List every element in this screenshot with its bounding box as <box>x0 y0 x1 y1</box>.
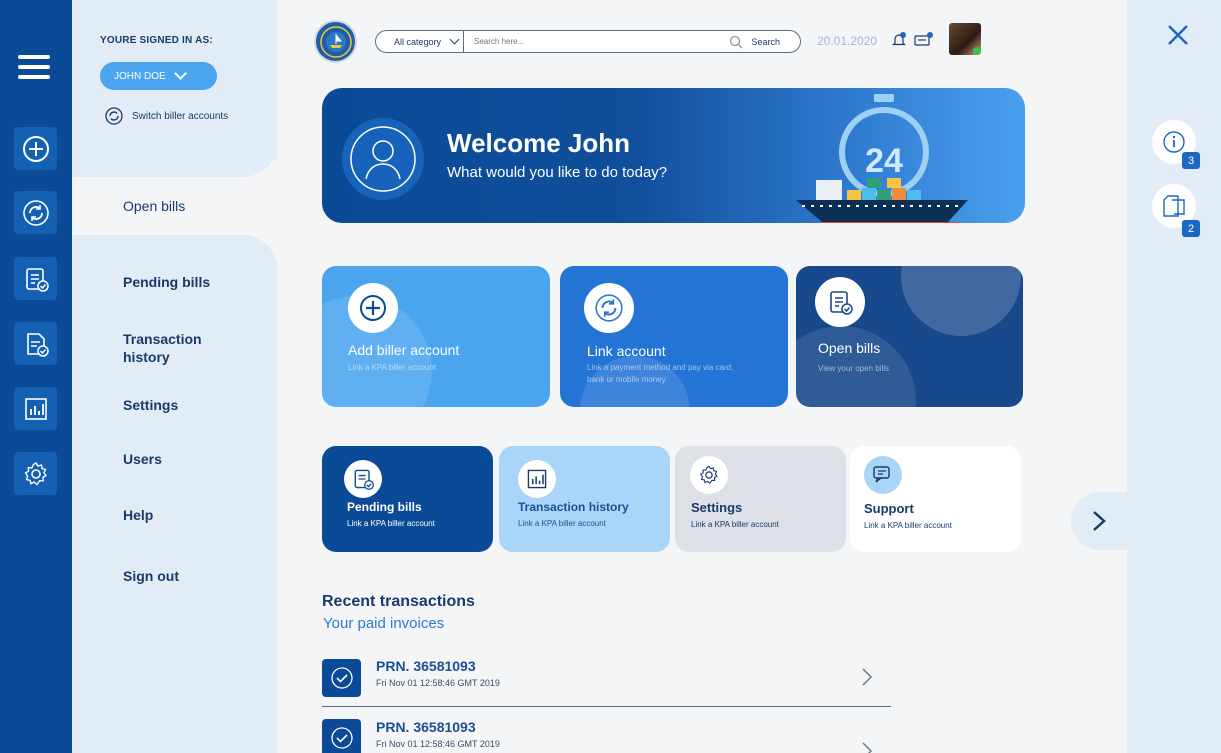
add-icon <box>348 283 398 333</box>
current-date: 20.01.2020 <box>817 34 878 48</box>
bell-icon[interactable] <box>891 32 907 53</box>
account-panel: YOURE SIGNED IN AS: JOHN DOE Switch bill… <box>72 0 277 177</box>
settings-card[interactable]: Settings Link a KPA biller account <box>675 446 846 552</box>
gear-icon[interactable] <box>14 452 57 495</box>
brand-logo[interactable] <box>314 20 357 63</box>
recent-transactions-title: Recent transactions <box>322 593 475 610</box>
welcome-banner: Welcome John What would you like to do t… <box>322 88 1025 223</box>
gear-icon <box>690 456 728 494</box>
transaction-history-card[interactable]: Transaction history Link a KPA biller ac… <box>499 446 670 552</box>
chevron-right-icon <box>1093 511 1106 531</box>
ship-illustration-icon: 24 <box>796 94 968 223</box>
menu-icon[interactable] <box>18 55 50 79</box>
clipboard-check-icon <box>344 460 382 498</box>
transaction-date: Fri Nov 01 12:58:46 GMT 2019 <box>376 739 500 749</box>
welcome-subtitle: What would you like to do today? <box>447 164 668 181</box>
pending-bills-card[interactable]: Pending bills Link a KPA biller account <box>322 446 493 552</box>
chevron-down-icon <box>173 67 187 80</box>
side-menu: YOURE SIGNED IN AS: JOHN DOE Switch bill… <box>72 0 277 753</box>
hours-badge: 24 <box>865 142 903 180</box>
open-bills-card[interactable]: Open bills View your open bills <box>796 266 1023 407</box>
user-name: JOHN DOE <box>114 70 166 82</box>
category-value: All category <box>394 36 442 47</box>
check-icon <box>322 719 361 753</box>
search-input[interactable] <box>464 37 730 46</box>
link-account-card[interactable]: Link account Link a payment method and p… <box>560 266 788 407</box>
quick-card-title: Settings <box>691 500 743 515</box>
close-icon[interactable] <box>1167 24 1189 51</box>
divider <box>322 706 891 707</box>
card-subtitle: Link a payment method and pay via card, … <box>587 363 734 384</box>
chevron-right-icon <box>862 742 873 753</box>
online-status-dot <box>973 47 981 55</box>
sidebar-item-pending-bills[interactable]: Pending bills <box>123 274 210 290</box>
sidebar-item-settings[interactable]: Settings <box>123 397 178 413</box>
search-button[interactable]: Search <box>729 35 800 49</box>
category-select[interactable]: All category <box>376 31 464 52</box>
next-arrow-button[interactable] <box>1071 492 1127 550</box>
menu-list <box>72 235 277 753</box>
switch-icon <box>105 107 123 125</box>
quick-card-subtitle: Link a KPA biller account <box>347 519 435 528</box>
clipboard-check-icon[interactable] <box>14 257 57 300</box>
card-subtitle: View your open bills <box>818 364 890 373</box>
user-dropdown[interactable]: JOHN DOE <box>100 62 217 90</box>
search-icon <box>730 35 743 48</box>
switch-biller-link[interactable]: Switch biller accounts <box>104 106 228 126</box>
quick-card-title: Support <box>864 501 914 516</box>
main-content: All category Search 20.01.2020 Welcome J… <box>277 0 1127 753</box>
refresh-icon <box>584 283 634 333</box>
card-subtitle: Link a KPA biller account <box>348 363 436 372</box>
sidebar-item-help[interactable]: Help <box>123 507 153 523</box>
check-icon <box>322 659 361 697</box>
sidebar-item-sign-out[interactable]: Sign out <box>123 568 179 584</box>
clipboard-check-icon <box>815 277 865 327</box>
transaction-date: Fri Nov 01 12:58:46 GMT 2019 <box>376 678 500 688</box>
sidebar-item-open-bills[interactable]: Open bills <box>123 198 185 214</box>
quick-card-title: Pending bills <box>347 500 422 514</box>
quick-card-subtitle: Link a KPA biller account <box>864 521 952 530</box>
documents-badge: 2 <box>1182 220 1200 237</box>
chat-icon <box>864 456 902 494</box>
transaction-row[interactable]: PRN. 36581093 Fri Nov 01 12:58:46 GMT 20… <box>322 711 891 753</box>
message-icon[interactable] <box>914 32 934 53</box>
quick-card-title: Transaction history <box>518 500 629 514</box>
transaction-prn: PRN. 36581093 <box>376 658 476 674</box>
chevron-down-icon <box>449 34 460 45</box>
add-icon[interactable] <box>14 127 57 170</box>
quick-card-subtitle: Link a KPA biller account <box>691 520 779 529</box>
search-label: Search <box>751 36 780 47</box>
signed-in-label: YOURE SIGNED IN AS: <box>100 35 213 46</box>
chart-icon <box>518 460 556 498</box>
recent-transactions-subtitle: Your paid invoices <box>323 615 445 632</box>
sidebar-item-users[interactable]: Users <box>123 451 162 467</box>
icon-rail <box>0 0 72 753</box>
card-title: Open bills <box>818 340 881 356</box>
chevron-right-icon <box>862 668 873 686</box>
info-badge: 3 <box>1182 152 1200 169</box>
add-biller-card[interactable]: Add biller account Link a KPA biller acc… <box>322 266 550 407</box>
card-title: Add biller account <box>348 342 460 358</box>
user-icon <box>342 118 424 200</box>
avatar[interactable] <box>949 23 981 55</box>
support-card[interactable]: Support Link a KPA biller account <box>850 446 1021 552</box>
refresh-icon[interactable] <box>14 191 57 234</box>
quick-card-subtitle: Link a KPA biller account <box>518 519 606 528</box>
search-bar: All category Search <box>375 30 801 53</box>
transaction-prn: PRN. 36581093 <box>376 719 476 735</box>
card-title: Link account <box>587 343 666 359</box>
transaction-row[interactable]: PRN. 36581093 Fri Nov 01 12:58:46 GMT 20… <box>322 650 891 710</box>
document-check-icon[interactable] <box>14 322 57 365</box>
chart-icon[interactable] <box>14 387 57 430</box>
sidebar-item-transaction-history[interactable]: Transaction history <box>123 330 233 366</box>
welcome-title: Welcome John <box>447 128 631 158</box>
switch-label: Switch biller accounts <box>132 110 229 122</box>
right-panel: 3 2 <box>1127 0 1221 753</box>
